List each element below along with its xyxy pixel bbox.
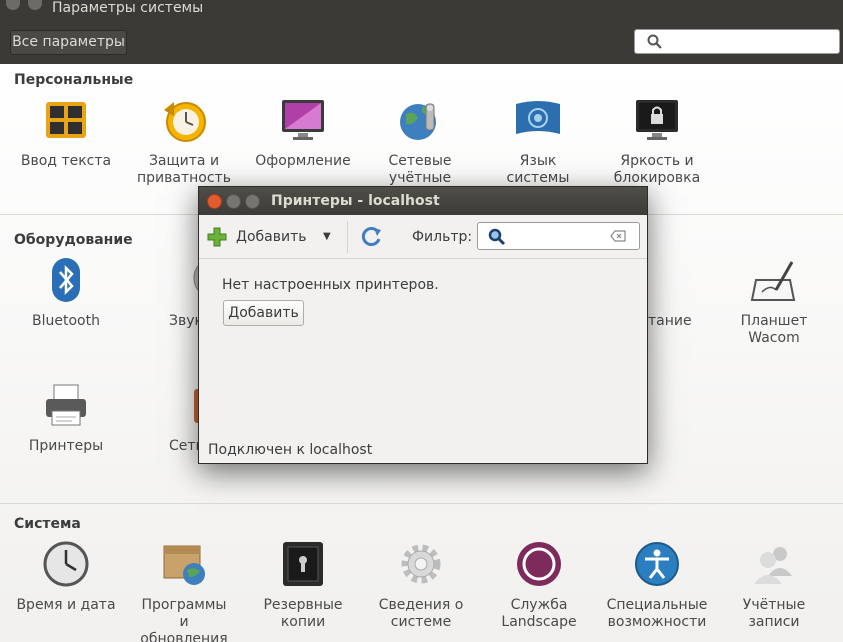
item-label: Ввод текста bbox=[20, 153, 112, 169]
item-accessibility[interactable]: Специальные возможности bbox=[600, 540, 714, 631]
refresh-icon[interactable] bbox=[361, 225, 383, 247]
section-system-title: Система bbox=[14, 516, 81, 532]
dialog-titlebar[interactable]: Принтеры - localhost bbox=[199, 187, 647, 215]
item-privacy[interactable]: Защита и приватность bbox=[127, 96, 241, 187]
item-label: Программы и обновления bbox=[140, 597, 228, 642]
gear-icon bbox=[401, 544, 441, 584]
item-label: Сетевые учётные bbox=[388, 153, 452, 186]
all-settings-button[interactable]: Все параметры bbox=[10, 30, 127, 55]
section-hardware-title: Оборудование bbox=[14, 232, 133, 248]
section-divider bbox=[0, 503, 843, 504]
dialog-close-button[interactable] bbox=[207, 194, 222, 209]
item-brightness-lock[interactable]: Яркость и блокировка bbox=[600, 96, 714, 187]
minimize-window-button[interactable] bbox=[28, 0, 42, 10]
section-personal-title: Персональные bbox=[14, 72, 134, 88]
software-updates-icon bbox=[163, 545, 205, 585]
item-label: Сведения о системе bbox=[378, 597, 464, 630]
accessibility-icon bbox=[635, 542, 679, 586]
printers-dialog: Принтеры - localhost Добавить ▼ Фильтр: bbox=[198, 186, 648, 464]
no-printers-message: Нет настроенных принтеров. bbox=[222, 277, 439, 293]
search-input[interactable] bbox=[634, 29, 840, 54]
item-landscape[interactable]: Служба Landscape bbox=[482, 540, 596, 631]
landscape-icon bbox=[517, 542, 561, 586]
item-label: Принтеры bbox=[28, 438, 104, 454]
search-icon bbox=[488, 228, 506, 246]
filter-label: Фильтр: bbox=[412, 229, 473, 245]
item-label: Резервные копии bbox=[263, 597, 343, 630]
window-title: Параметры системы bbox=[52, 0, 204, 16]
item-label: Защита и приватность bbox=[137, 153, 231, 186]
close-window-button[interactable] bbox=[6, 0, 20, 10]
dialog-toolbar: Добавить ▼ Фильтр: bbox=[199, 215, 647, 259]
wacom-tablet-icon bbox=[750, 261, 796, 301]
item-backups[interactable]: Резервные копии bbox=[246, 540, 360, 631]
dropdown-arrow-icon[interactable]: ▼ bbox=[323, 225, 331, 249]
item-label: Специальные возможности bbox=[606, 597, 708, 630]
item-label: Яркость и блокировка bbox=[613, 153, 701, 186]
status-text: Подключен к localhost bbox=[208, 442, 373, 458]
online-accounts-icon bbox=[400, 103, 436, 140]
item-user-accounts[interactable]: Учётные записи bbox=[717, 540, 831, 631]
item-time-date[interactable]: Время и дата bbox=[9, 540, 123, 614]
search-icon bbox=[647, 34, 662, 49]
item-bluetooth[interactable]: Bluetooth bbox=[9, 256, 123, 330]
item-printers[interactable]: Принтеры bbox=[9, 381, 123, 455]
add-printer-button[interactable]: Добавить bbox=[223, 300, 304, 326]
dialog-title: Принтеры - localhost bbox=[271, 193, 440, 209]
filter-input[interactable] bbox=[477, 222, 640, 250]
item-label: Планшет Wacom bbox=[740, 313, 808, 346]
dialog-maximize-button[interactable] bbox=[245, 194, 260, 209]
item-label: Bluetooth bbox=[32, 313, 100, 329]
keyboard-icon bbox=[46, 102, 86, 138]
clear-icon[interactable] bbox=[610, 230, 626, 242]
item-appearance[interactable]: Оформление bbox=[246, 96, 360, 170]
item-wacom[interactable]: Планшет Wacom bbox=[717, 256, 831, 347]
item-label: Оформление bbox=[255, 153, 351, 169]
users-icon bbox=[754, 547, 792, 584]
clock-icon bbox=[43, 541, 89, 587]
item-software-updates[interactable]: Программы и обновления bbox=[127, 540, 241, 642]
item-online-accounts[interactable]: Сетевые учётные bbox=[363, 96, 477, 187]
dialog-minimize-button[interactable] bbox=[226, 194, 241, 209]
item-label: Служба Landscape bbox=[501, 597, 577, 630]
backup-safe-icon bbox=[283, 542, 323, 586]
item-system-info[interactable]: Сведения о системе bbox=[364, 540, 478, 631]
toolbar-separator bbox=[347, 221, 348, 253]
item-label: Язык системы bbox=[506, 153, 570, 186]
item-label: Время и дата bbox=[16, 597, 116, 613]
lock-screen-icon bbox=[636, 100, 678, 140]
language-flag-icon bbox=[516, 101, 560, 134]
printer-icon bbox=[46, 384, 86, 426]
item-language[interactable]: Язык системы bbox=[481, 96, 595, 187]
privacy-clock-icon bbox=[164, 102, 206, 142]
item-label: Учётные записи bbox=[742, 597, 806, 630]
appearance-monitor-icon bbox=[282, 100, 324, 140]
toolbar-add-label: Добавить bbox=[236, 229, 307, 245]
header-bar: Параметры системы Все параметры bbox=[0, 0, 843, 64]
item-text-entry[interactable]: Ввод текста bbox=[9, 96, 123, 170]
plus-icon bbox=[207, 227, 227, 247]
bluetooth-icon bbox=[52, 258, 80, 302]
